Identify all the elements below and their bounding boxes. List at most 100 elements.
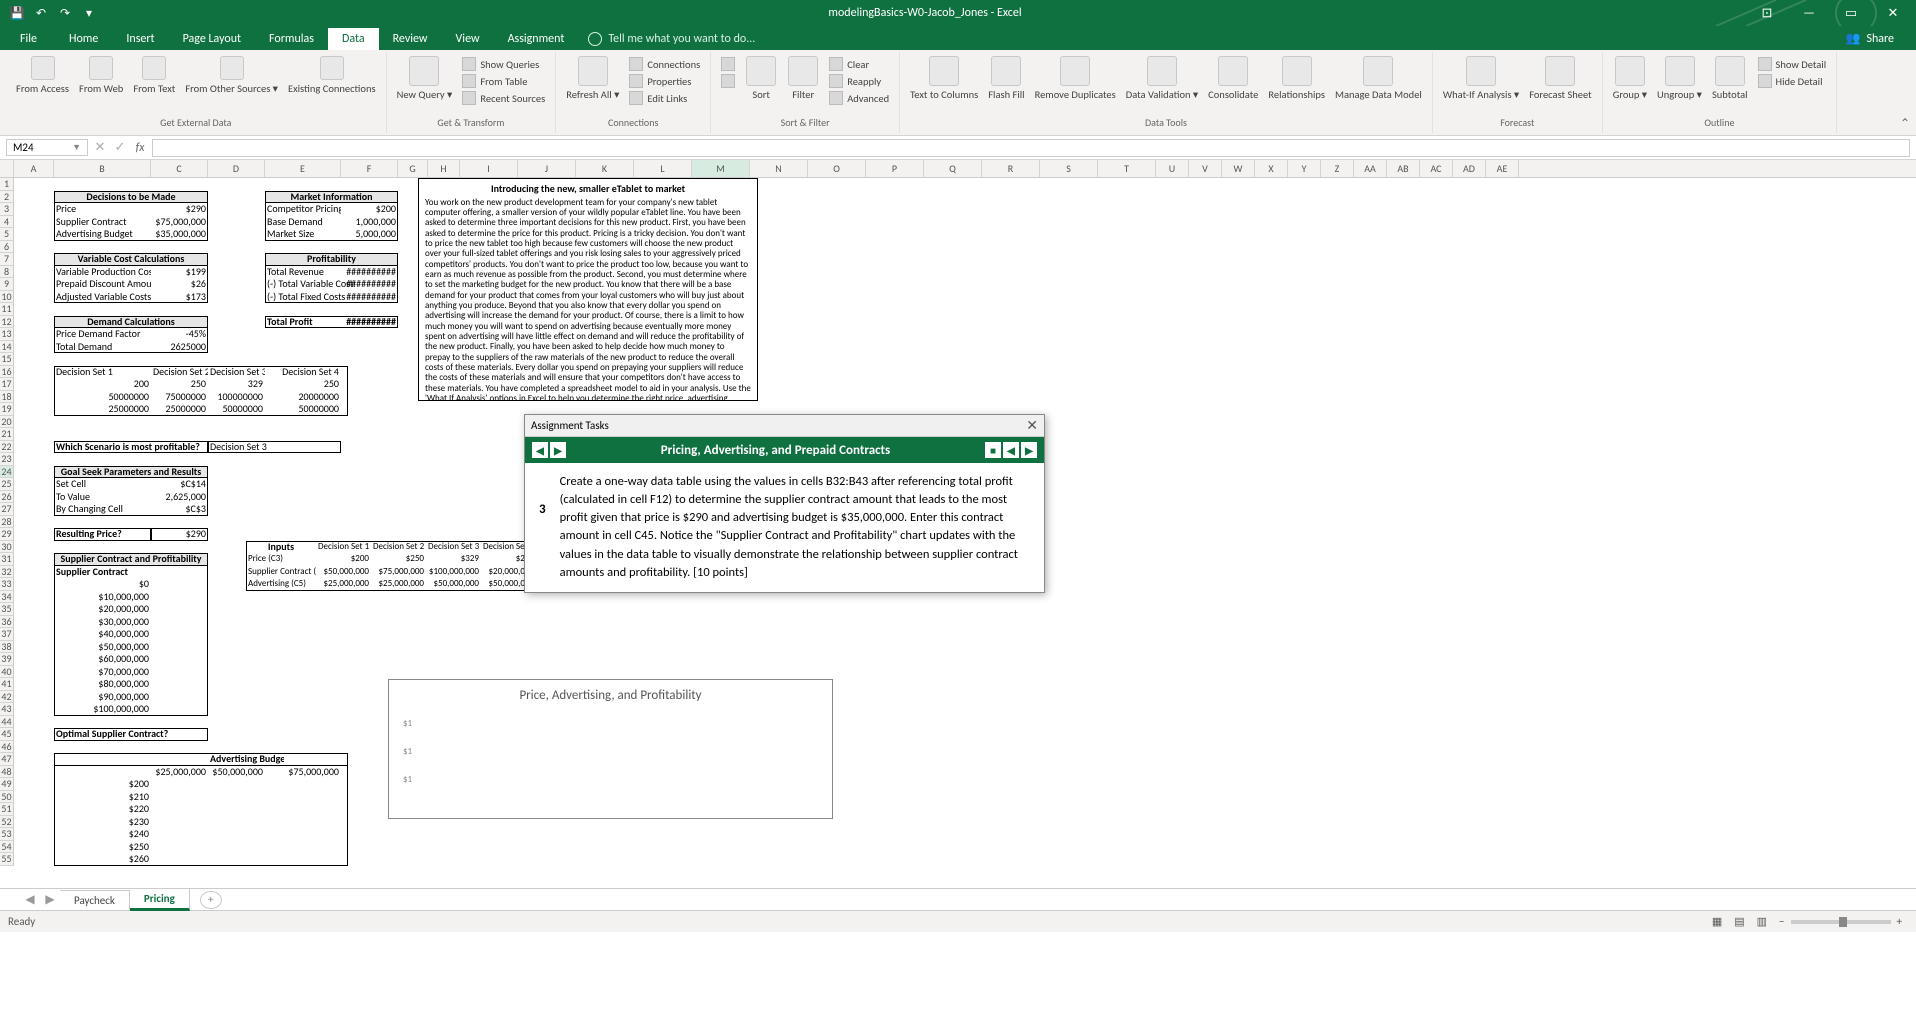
- add-sheet-icon[interactable]: +: [200, 891, 222, 909]
- cell[interactable]: Resulting Price?: [54, 528, 151, 541]
- cell[interactable]: Profitability: [265, 253, 398, 266]
- cell[interactable]: 25000000: [54, 403, 151, 416]
- sheet-tab-pricing[interactable]: Pricing: [130, 888, 190, 911]
- col-header[interactable]: O: [808, 160, 866, 177]
- minimize-icon[interactable]: —: [1792, 2, 1826, 24]
- dialog-close-icon[interactable]: ✕: [1026, 417, 1038, 434]
- clear-button[interactable]: Clear: [825, 56, 893, 72]
- cell[interactable]: Advertising Budget: [54, 228, 151, 241]
- from-other-sources-button[interactable]: From Other Sources ▾: [181, 54, 282, 97]
- column-headers[interactable]: A B C D E F G H I J K L M N O P Q R S T …: [0, 160, 1916, 178]
- cell[interactable]: Demand Calculations: [54, 316, 208, 329]
- cell[interactable]: $80,000,000: [54, 678, 151, 691]
- cell[interactable]: $30,000,000: [54, 616, 151, 629]
- refresh-all-button[interactable]: Refresh All ▾: [562, 54, 623, 103]
- row-header[interactable]: 51: [0, 803, 14, 816]
- row-header[interactable]: 43: [0, 703, 14, 716]
- cell[interactable]: $40,000,000: [54, 628, 151, 641]
- row-header[interactable]: 41: [0, 678, 14, 691]
- advanced-button[interactable]: Advanced: [825, 90, 893, 106]
- cell[interactable]: 329: [208, 378, 265, 391]
- row-header[interactable]: 37: [0, 628, 14, 641]
- cell[interactable]: ##########: [341, 291, 398, 304]
- redo-icon[interactable]: ↷: [54, 2, 76, 24]
- col-header[interactable]: N: [750, 160, 808, 177]
- cell[interactable]: $0: [54, 578, 151, 591]
- cell[interactable]: Supplier Contract and Profitability: [54, 553, 208, 566]
- nav-prev-prev-icon[interactable]: ◀: [532, 442, 548, 458]
- group-button[interactable]: Group ▾: [1609, 54, 1651, 103]
- cell[interactable]: 50000000: [265, 403, 341, 416]
- zoom-slider[interactable]: [1791, 920, 1891, 924]
- tab-assignment[interactable]: Assignment: [494, 28, 579, 50]
- filter-button[interactable]: Filter: [783, 54, 823, 103]
- cell[interactable]: $50,000,000: [54, 641, 151, 654]
- cell[interactable]: $90,000,000: [54, 691, 151, 704]
- cell[interactable]: Advertising Budget: [208, 753, 284, 766]
- col-header[interactable]: Z: [1321, 160, 1354, 177]
- nav-prev-icon[interactable]: ▶: [550, 442, 566, 458]
- sort-button[interactable]: Sort: [741, 54, 781, 103]
- row-header[interactable]: 47: [0, 753, 14, 766]
- tab-scroll-first-icon[interactable]: ◀: [20, 892, 40, 907]
- row-header[interactable]: 27: [0, 503, 14, 516]
- tab-view[interactable]: View: [442, 28, 494, 50]
- edit-links-button[interactable]: Edit Links: [625, 90, 704, 106]
- cell[interactable]: $60,000,000: [54, 653, 151, 666]
- connections-button[interactable]: Connections: [625, 56, 704, 72]
- col-header[interactable]: J: [518, 160, 576, 177]
- cell[interactable]: Price: [54, 203, 151, 216]
- cell[interactable]: Total Profit: [265, 316, 341, 329]
- cell[interactable]: $26: [151, 278, 208, 291]
- cell[interactable]: Variable Production Costs: [54, 266, 151, 279]
- row-header[interactable]: 29: [0, 528, 14, 541]
- text-to-columns-button[interactable]: Text to Columns: [906, 54, 982, 103]
- col-header[interactable]: AE: [1486, 160, 1519, 177]
- row-header[interactable]: 13: [0, 328, 14, 341]
- zoom-in-icon[interactable]: +: [1891, 915, 1908, 928]
- cell[interactable]: 1,000,000: [341, 216, 398, 229]
- col-header[interactable]: I: [460, 160, 518, 177]
- col-header[interactable]: A: [14, 160, 54, 177]
- cell[interactable]: $10,000,000: [54, 591, 151, 604]
- cell[interactable]: $C$3: [151, 503, 208, 516]
- cell[interactable]: 5,000,000: [341, 228, 398, 241]
- col-header[interactable]: B: [54, 160, 151, 177]
- share-button[interactable]: 👥Share: [1833, 27, 1906, 50]
- col-header[interactable]: C: [151, 160, 208, 177]
- cell[interactable]: 250: [265, 378, 341, 391]
- what-if-analysis-button[interactable]: What-If Analysis ▾: [1439, 54, 1523, 103]
- tab-home[interactable]: Home: [55, 28, 112, 50]
- recent-sources-button[interactable]: Recent Sources: [458, 90, 549, 106]
- col-header[interactable]: AB: [1387, 160, 1420, 177]
- cell[interactable]: Which Scenario is most profitable?: [54, 441, 208, 454]
- sheet-tab-paycheck[interactable]: Paycheck: [60, 890, 130, 910]
- show-detail-button[interactable]: Show Detail: [1754, 56, 1831, 72]
- zoom-out-icon[interactable]: −: [1773, 915, 1790, 928]
- spreadsheet-grid[interactable]: A B C D E F G H I J K L M N O P Q R S T …: [0, 160, 1916, 888]
- reapply-button[interactable]: Reapply: [825, 73, 893, 89]
- nav-next-next-icon[interactable]: ▶: [1021, 442, 1037, 458]
- dialog-titlebar[interactable]: Assignment Tasks ✕: [525, 415, 1044, 437]
- row-header[interactable]: 7: [0, 253, 14, 266]
- row-header[interactable]: 55: [0, 853, 14, 866]
- cell[interactable]: $199: [151, 266, 208, 279]
- col-header[interactable]: V: [1189, 160, 1222, 177]
- view-normal-icon[interactable]: ▦: [1706, 915, 1728, 928]
- col-header[interactable]: Q: [924, 160, 982, 177]
- tab-formulas[interactable]: Formulas: [255, 28, 328, 50]
- tab-page-layout[interactable]: Page Layout: [169, 28, 255, 50]
- cell[interactable]: Decision Set 3: [208, 366, 265, 379]
- cell[interactable]: 50000000: [54, 391, 151, 404]
- ungroup-button[interactable]: Ungroup ▾: [1653, 54, 1706, 103]
- flash-fill-button[interactable]: Flash Fill: [984, 54, 1028, 103]
- consolidate-button[interactable]: Consolidate: [1204, 54, 1262, 103]
- tab-review[interactable]: Review: [379, 28, 442, 50]
- close-icon[interactable]: ✕: [1876, 2, 1910, 24]
- collapse-ribbon-icon[interactable]: ⌃: [1900, 116, 1910, 131]
- col-header[interactable]: P: [866, 160, 924, 177]
- enter-formula-icon[interactable]: ✓: [110, 140, 130, 155]
- cell[interactable]: $290: [151, 203, 208, 216]
- cell[interactable]: $220: [54, 803, 151, 816]
- maximize-icon[interactable]: ▭: [1834, 2, 1868, 24]
